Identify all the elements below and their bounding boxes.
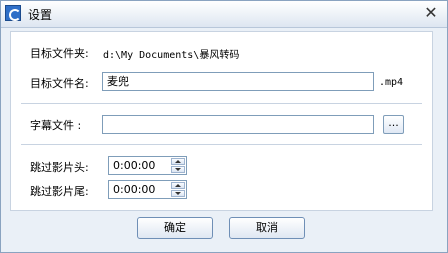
skip-end-time-value: 0:00:00 xyxy=(113,183,156,196)
divider-top xyxy=(21,103,422,104)
target-folder-path: d:\My Documents\暴风转码 xyxy=(103,50,240,61)
skip-start-spinner xyxy=(171,158,185,173)
file-extension-label: .mp4 xyxy=(379,77,404,88)
skip-start-time-value: 0:00:00 xyxy=(113,159,156,172)
spin-up-arrow-icon[interactable] xyxy=(171,158,185,165)
cancel-button[interactable]: 取消 xyxy=(229,217,305,239)
ok-button[interactable]: 确定 xyxy=(137,217,213,239)
divider-bottom xyxy=(21,144,422,145)
browse-subtitle-button[interactable]: ... xyxy=(383,115,404,134)
target-folder-label: 目标文件夹: xyxy=(30,47,89,60)
spin-down-arrow-icon[interactable] xyxy=(171,190,185,197)
target-filename-input[interactable]: 麦兜 xyxy=(102,72,374,91)
skip-end-spinner xyxy=(171,182,185,197)
window-title: 设置 xyxy=(28,8,53,22)
skip-end-time-input[interactable]: 0:00:00 xyxy=(108,180,187,199)
subtitle-file-label: 字幕文件 : xyxy=(30,119,82,132)
browse-subtitle-label: ... xyxy=(388,116,399,129)
settings-panel: 目标文件夹: d:\My Documents\暴风转码 目标文件名: 麦兜 .m… xyxy=(10,31,433,211)
subtitle-file-input[interactable] xyxy=(102,115,374,134)
target-filename-value: 麦兜 xyxy=(107,75,129,88)
skip-end-label: 跳过影片尾: xyxy=(30,185,89,198)
spin-down-arrow-icon[interactable] xyxy=(171,166,185,173)
skip-start-label: 跳过影片头: xyxy=(30,161,89,174)
app-icon xyxy=(5,5,21,21)
spin-up-arrow-icon[interactable] xyxy=(171,182,185,189)
close-button[interactable]: ✕ xyxy=(421,4,441,22)
close-icon: ✕ xyxy=(424,3,438,22)
title-bar: 设置 ✕ xyxy=(1,1,447,28)
settings-dialog: 设置 ✕ 目标文件夹: d:\My Documents\暴风转码 目标文件名: … xyxy=(0,0,448,253)
target-filename-label: 目标文件名: xyxy=(30,77,89,90)
skip-start-time-input[interactable]: 0:00:00 xyxy=(108,156,187,175)
